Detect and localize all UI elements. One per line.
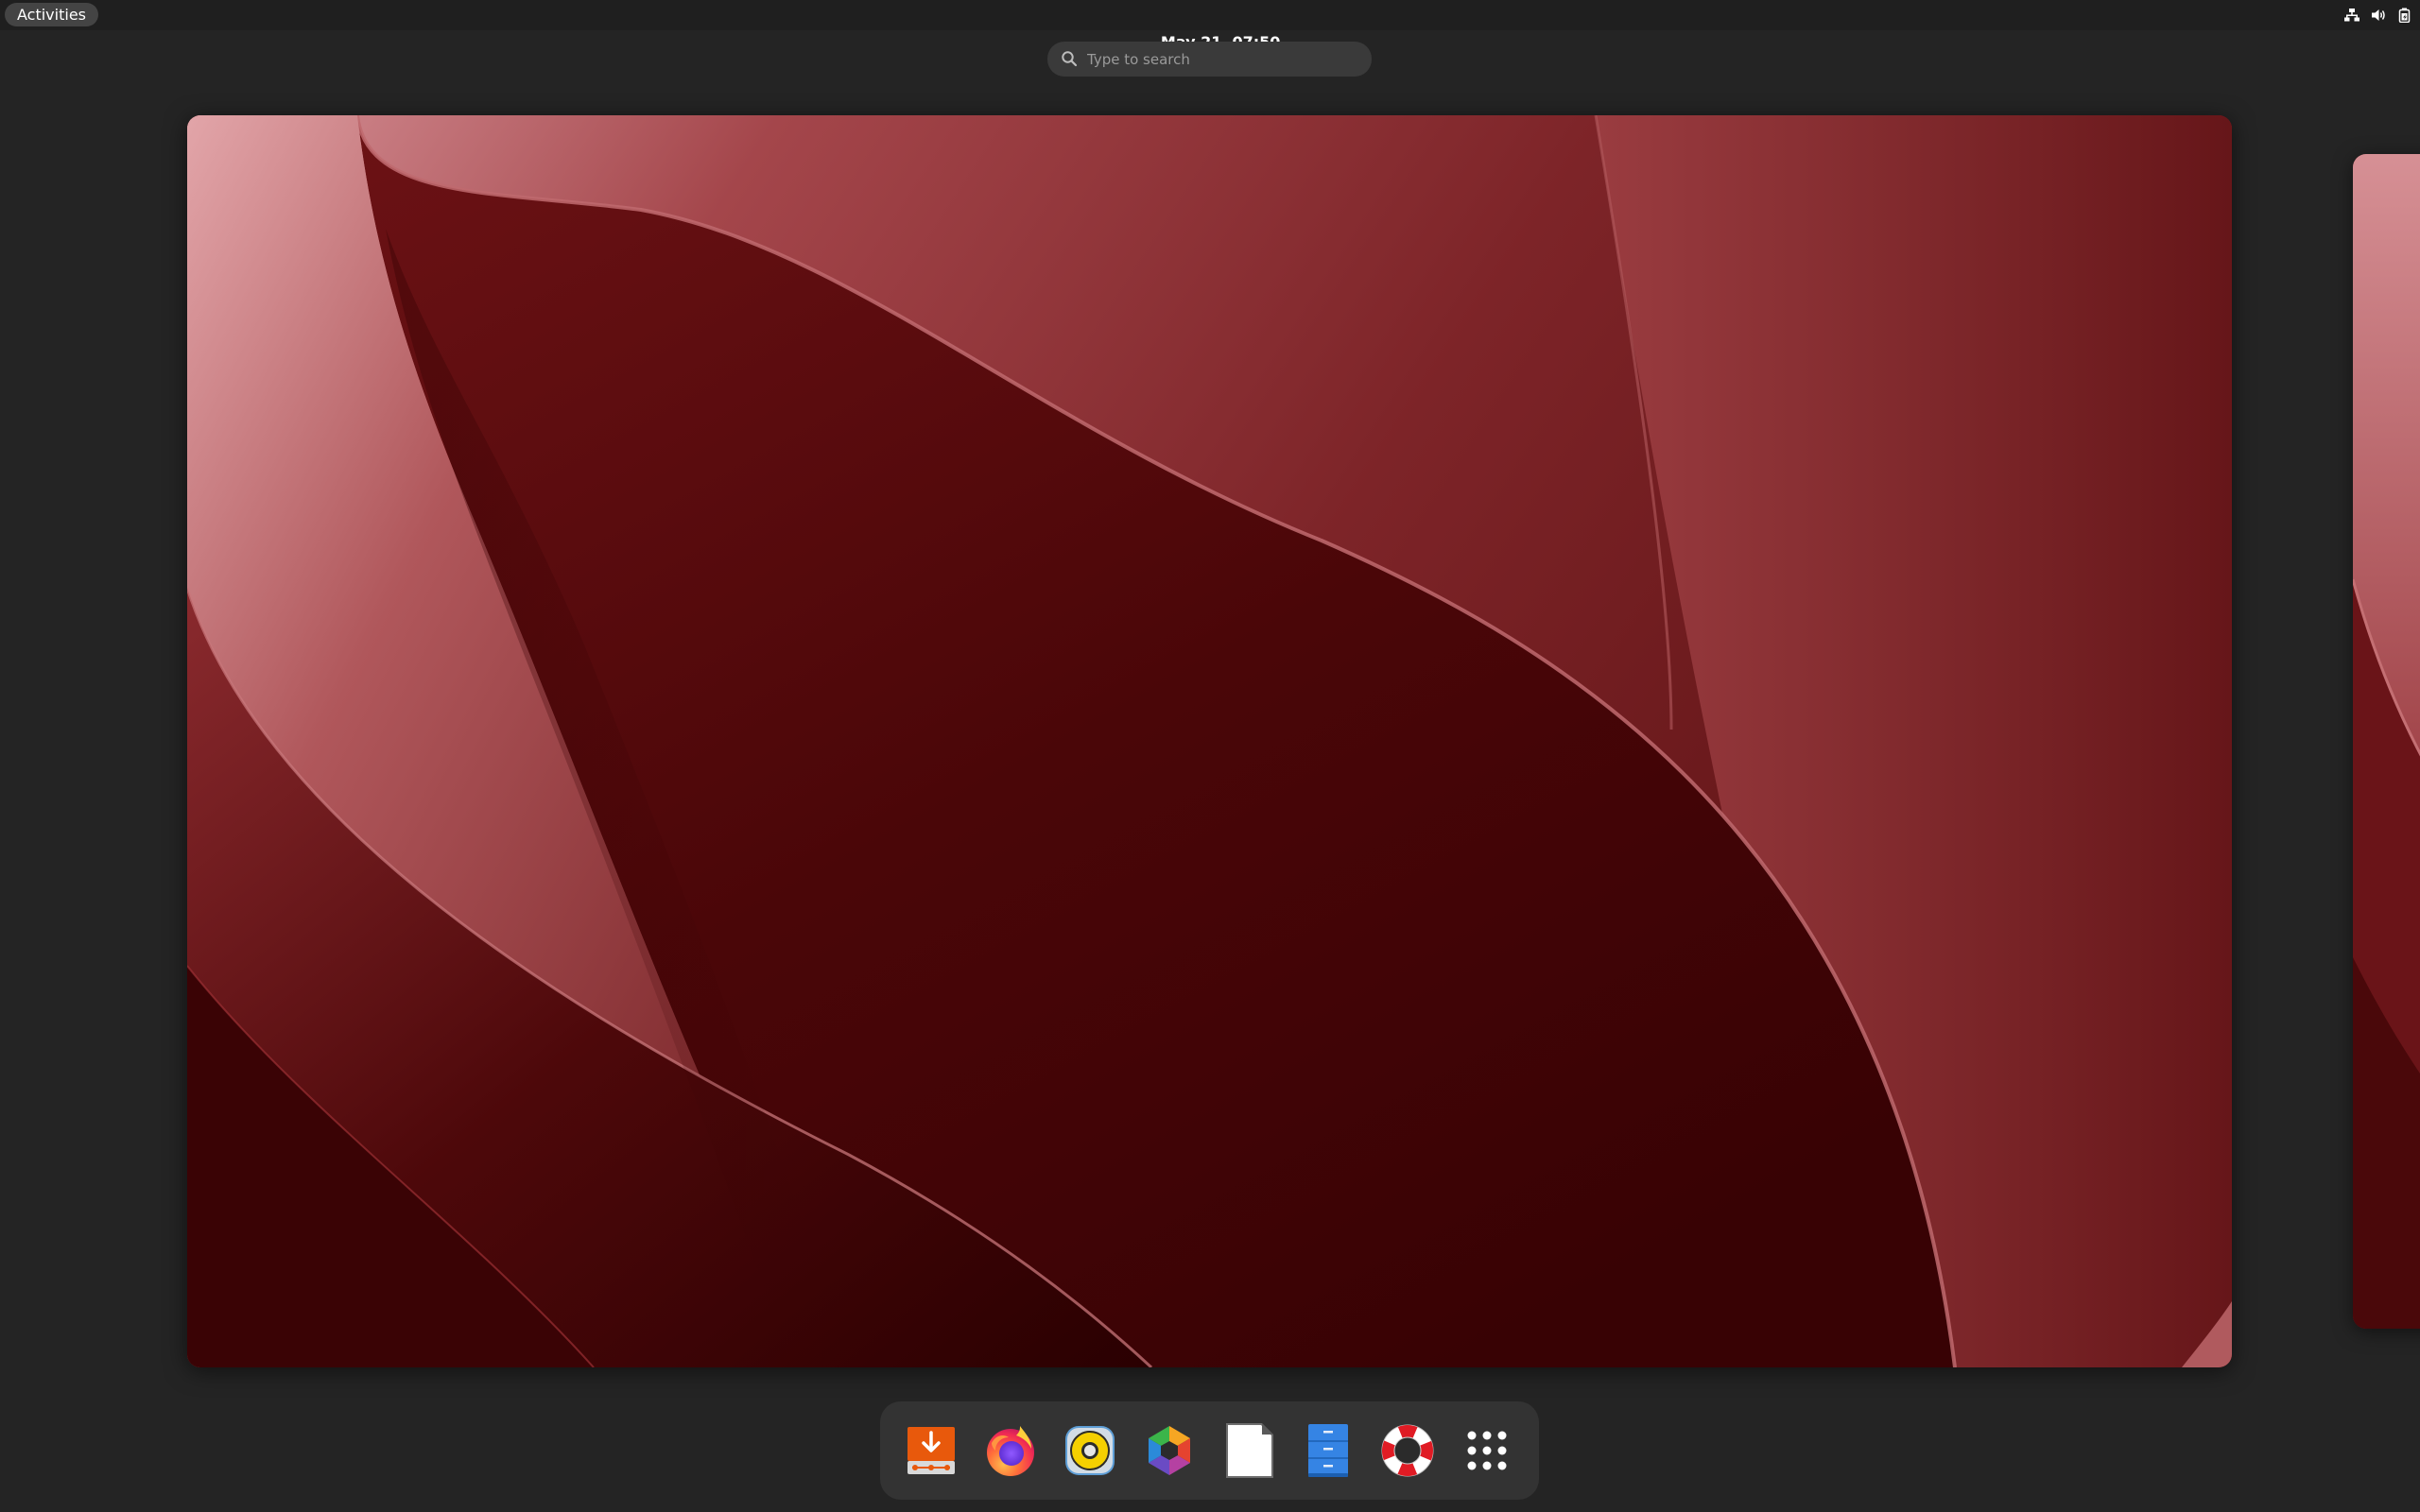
dock-item-rhythmbox[interactable] xyxy=(1057,1418,1123,1484)
app-grid-icon xyxy=(1467,1431,1507,1470)
speaker-icon xyxy=(1065,1426,1115,1475)
file-cabinet-icon xyxy=(1308,1424,1348,1477)
network-wired-icon[interactable] xyxy=(2342,6,2361,25)
dock-item-help[interactable] xyxy=(1374,1418,1441,1484)
wallpaper xyxy=(187,115,2232,1367)
hexagon-color-icon xyxy=(1149,1426,1190,1475)
next-workspace-thumbnail[interactable] xyxy=(2353,154,2420,1329)
dock-item-document[interactable] xyxy=(1216,1418,1282,1484)
dock-item-photos[interactable] xyxy=(1136,1418,1202,1484)
dock-item-firefox[interactable] xyxy=(977,1418,1044,1484)
package-installer-icon xyxy=(908,1427,955,1474)
dock xyxy=(880,1401,1539,1500)
system-tray[interactable] xyxy=(2342,4,2414,26)
wallpaper-next xyxy=(2353,154,2420,1329)
lifebuoy-icon xyxy=(1381,1424,1434,1477)
workspace-thumbnail[interactable] xyxy=(187,115,2232,1367)
dock-item-software-install[interactable] xyxy=(898,1418,964,1484)
search-icon xyxy=(1062,51,1078,67)
volume-icon[interactable] xyxy=(2369,6,2388,25)
battery-icon[interactable] xyxy=(2395,6,2414,25)
search-bar[interactable] xyxy=(1047,42,1372,77)
search-input[interactable] xyxy=(1087,42,1352,77)
document-icon xyxy=(1226,1423,1273,1478)
top-bar: Activities May 21 07:50 xyxy=(0,0,2420,51)
clock-container: May 21 07:50 xyxy=(0,0,2420,51)
activities-button[interactable]: Activities xyxy=(5,3,98,26)
dock-item-show-apps[interactable] xyxy=(1454,1418,1520,1484)
firefox-icon xyxy=(987,1426,1034,1476)
dock-item-file-cabinet[interactable] xyxy=(1295,1418,1361,1484)
